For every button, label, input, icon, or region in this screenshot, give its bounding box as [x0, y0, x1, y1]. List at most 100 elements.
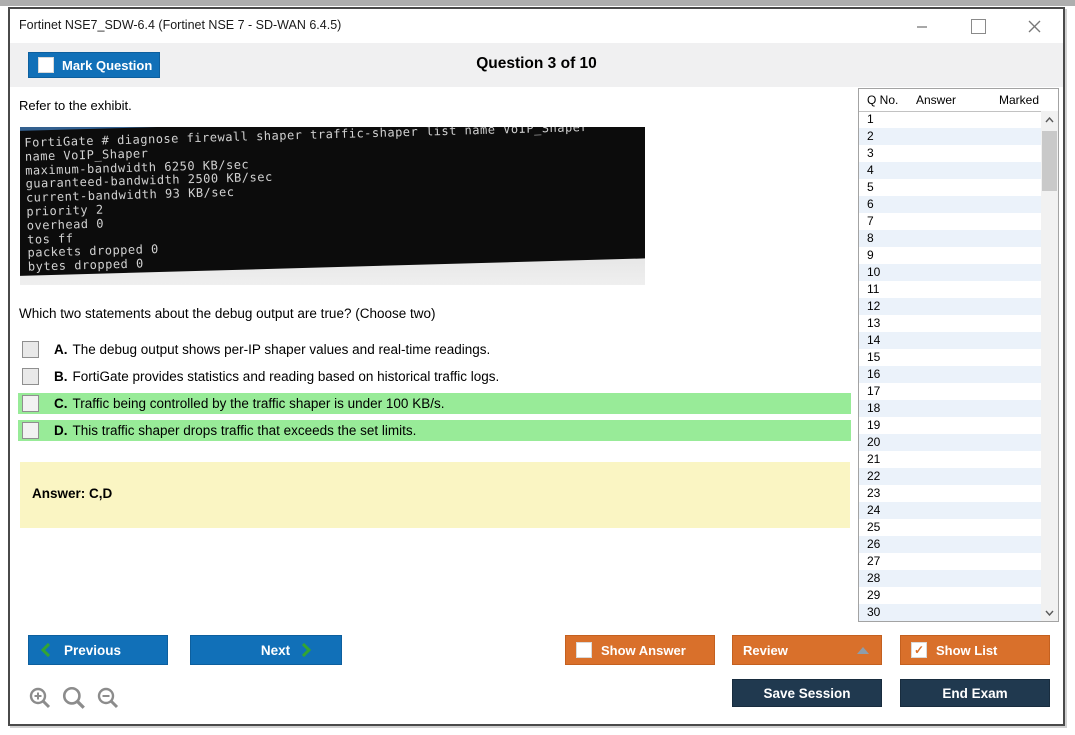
show-answer-label: Show Answer: [601, 643, 686, 658]
question-row-21[interactable]: 21: [859, 451, 1041, 468]
question-list-panel: Q No. Answer Marked 12345678910111213141…: [858, 88, 1059, 622]
option-text: Traffic being controlled by the traffic …: [73, 396, 445, 411]
save-session-button[interactable]: Save Session: [732, 679, 882, 707]
mark-question-button[interactable]: Mark Question: [28, 52, 160, 78]
question-row-2[interactable]: 2: [859, 128, 1041, 145]
scroll-up-icon[interactable]: [1041, 111, 1058, 128]
title-bar: Fortinet NSE7_SDW-6.4 (Fortinet NSE 7 - …: [10, 9, 1063, 43]
option-checkbox[interactable]: [22, 395, 39, 412]
end-exam-button[interactable]: End Exam: [900, 679, 1050, 707]
question-row-18[interactable]: 18: [859, 400, 1041, 417]
question-row-30[interactable]: 30: [859, 604, 1041, 621]
question-row-26[interactable]: 26: [859, 536, 1041, 553]
question-row-11[interactable]: 11: [859, 281, 1041, 298]
show-list-button[interactable]: ✓ Show List: [900, 635, 1050, 665]
question-row-19[interactable]: 19: [859, 417, 1041, 434]
option-row-B[interactable]: B. FortiGate provides statistics and read…: [18, 366, 851, 387]
next-label: Next: [261, 643, 290, 658]
minimize-button[interactable]: [905, 13, 939, 39]
review-label: Review: [743, 643, 788, 658]
review-button[interactable]: Review: [732, 635, 882, 665]
question-row-3[interactable]: 3: [859, 145, 1041, 162]
show-answer-button[interactable]: Show Answer: [565, 635, 715, 665]
option-text: FortiGate provides statistics and readin…: [73, 369, 500, 384]
question-row-1[interactable]: 1: [859, 111, 1041, 128]
question-row-27[interactable]: 27: [859, 553, 1041, 570]
question-row-24[interactable]: 24: [859, 502, 1041, 519]
terminal-output: FortiGate # diagnose firewall shaper tra…: [24, 127, 645, 275]
background-window-edge: [0, 0, 1075, 6]
option-row-A[interactable]: A. The debug output shows per-IP shaper v…: [18, 339, 851, 360]
option-checkbox[interactable]: [22, 341, 39, 358]
terminal-screenshot: FortiGate # diagnose firewall shaper tra…: [20, 127, 645, 276]
question-row-20[interactable]: 20: [859, 434, 1041, 451]
window-title: Fortinet NSE7_SDW-6.4 (Fortinet NSE 7 - …: [19, 18, 341, 32]
show-answer-checkbox[interactable]: [576, 642, 592, 658]
question-row-7[interactable]: 7: [859, 213, 1041, 230]
option-text: The debug output shows per-IP shaper val…: [73, 342, 491, 357]
question-row-23[interactable]: 23: [859, 485, 1041, 502]
option-letter: B.: [54, 369, 68, 384]
zoom-in-icon[interactable]: [28, 686, 52, 710]
question-row-6[interactable]: 6: [859, 196, 1041, 213]
close-button[interactable]: [1017, 13, 1051, 39]
option-checkbox[interactable]: [22, 422, 39, 439]
options-list: A. The debug output shows per-IP shaper v…: [18, 339, 851, 447]
question-row-9[interactable]: 9: [859, 247, 1041, 264]
exhibit-intro-text: Refer to the exhibit.: [19, 98, 132, 113]
answer-text: Answer: C,D: [32, 486, 112, 501]
option-letter: A.: [54, 342, 68, 357]
question-row-4[interactable]: 4: [859, 162, 1041, 179]
answer-box: Answer: C,D: [20, 462, 850, 528]
minimize-icon: [916, 20, 928, 32]
question-list-scrollbar[interactable]: [1041, 111, 1058, 621]
maximize-button[interactable]: [961, 13, 995, 39]
question-row-13[interactable]: 13: [859, 315, 1041, 332]
next-button[interactable]: Next: [190, 635, 342, 665]
question-text: Which two statements about the debug out…: [19, 306, 436, 321]
zoom-out-icon[interactable]: [96, 686, 120, 710]
question-row-15[interactable]: 15: [859, 349, 1041, 366]
question-list-header: Q No. Answer Marked: [859, 89, 1058, 112]
end-exam-label: End Exam: [942, 686, 1007, 701]
chevron-left-icon: [41, 643, 50, 657]
question-row-14[interactable]: 14: [859, 332, 1041, 349]
column-answer: Answer: [916, 93, 956, 107]
option-checkbox[interactable]: [22, 368, 39, 385]
zoom-toolbar: [28, 685, 120, 711]
question-row-25[interactable]: 25: [859, 519, 1041, 536]
question-row-17[interactable]: 17: [859, 383, 1041, 400]
zoom-reset-icon[interactable]: [61, 685, 87, 711]
question-row-5[interactable]: 5: [859, 179, 1041, 196]
question-list: 1234567891011121314151617181920212223242…: [859, 111, 1041, 621]
chevron-up-icon: [857, 647, 869, 654]
mark-question-label: Mark Question: [62, 58, 152, 73]
option-letter: D.: [54, 423, 68, 438]
column-qno: Q No.: [867, 93, 898, 107]
save-session-label: Save Session: [763, 686, 850, 701]
scrollbar-thumb[interactable]: [1042, 131, 1057, 191]
show-list-checkbox[interactable]: ✓: [911, 642, 927, 658]
question-counter: Question 3 of 10: [10, 55, 1063, 73]
option-text: This traffic shaper drops traffic that e…: [73, 423, 417, 438]
option-row-D[interactable]: D. This traffic shaper drops traffic that…: [18, 420, 851, 441]
question-row-8[interactable]: 8: [859, 230, 1041, 247]
column-marked: Marked: [999, 93, 1039, 107]
option-letter: C.: [54, 396, 68, 411]
question-row-10[interactable]: 10: [859, 264, 1041, 281]
mark-question-checkbox[interactable]: [38, 57, 54, 73]
chevron-right-icon: [302, 643, 311, 657]
question-row-16[interactable]: 16: [859, 366, 1041, 383]
question-row-28[interactable]: 28: [859, 570, 1041, 587]
exhibit-image: FortiGate # diagnose firewall shaper tra…: [20, 127, 645, 285]
show-list-label: Show List: [936, 643, 997, 658]
previous-button[interactable]: Previous: [28, 635, 168, 665]
question-header-bar: Question 3 of 10 Mark Question: [10, 43, 1063, 87]
close-icon: [1028, 20, 1041, 33]
previous-label: Previous: [64, 643, 121, 658]
question-row-22[interactable]: 22: [859, 468, 1041, 485]
question-row-29[interactable]: 29: [859, 587, 1041, 604]
question-row-12[interactable]: 12: [859, 298, 1041, 315]
scroll-down-icon[interactable]: [1041, 604, 1058, 621]
option-row-C[interactable]: C. Traffic being controlled by the traffi…: [18, 393, 851, 414]
